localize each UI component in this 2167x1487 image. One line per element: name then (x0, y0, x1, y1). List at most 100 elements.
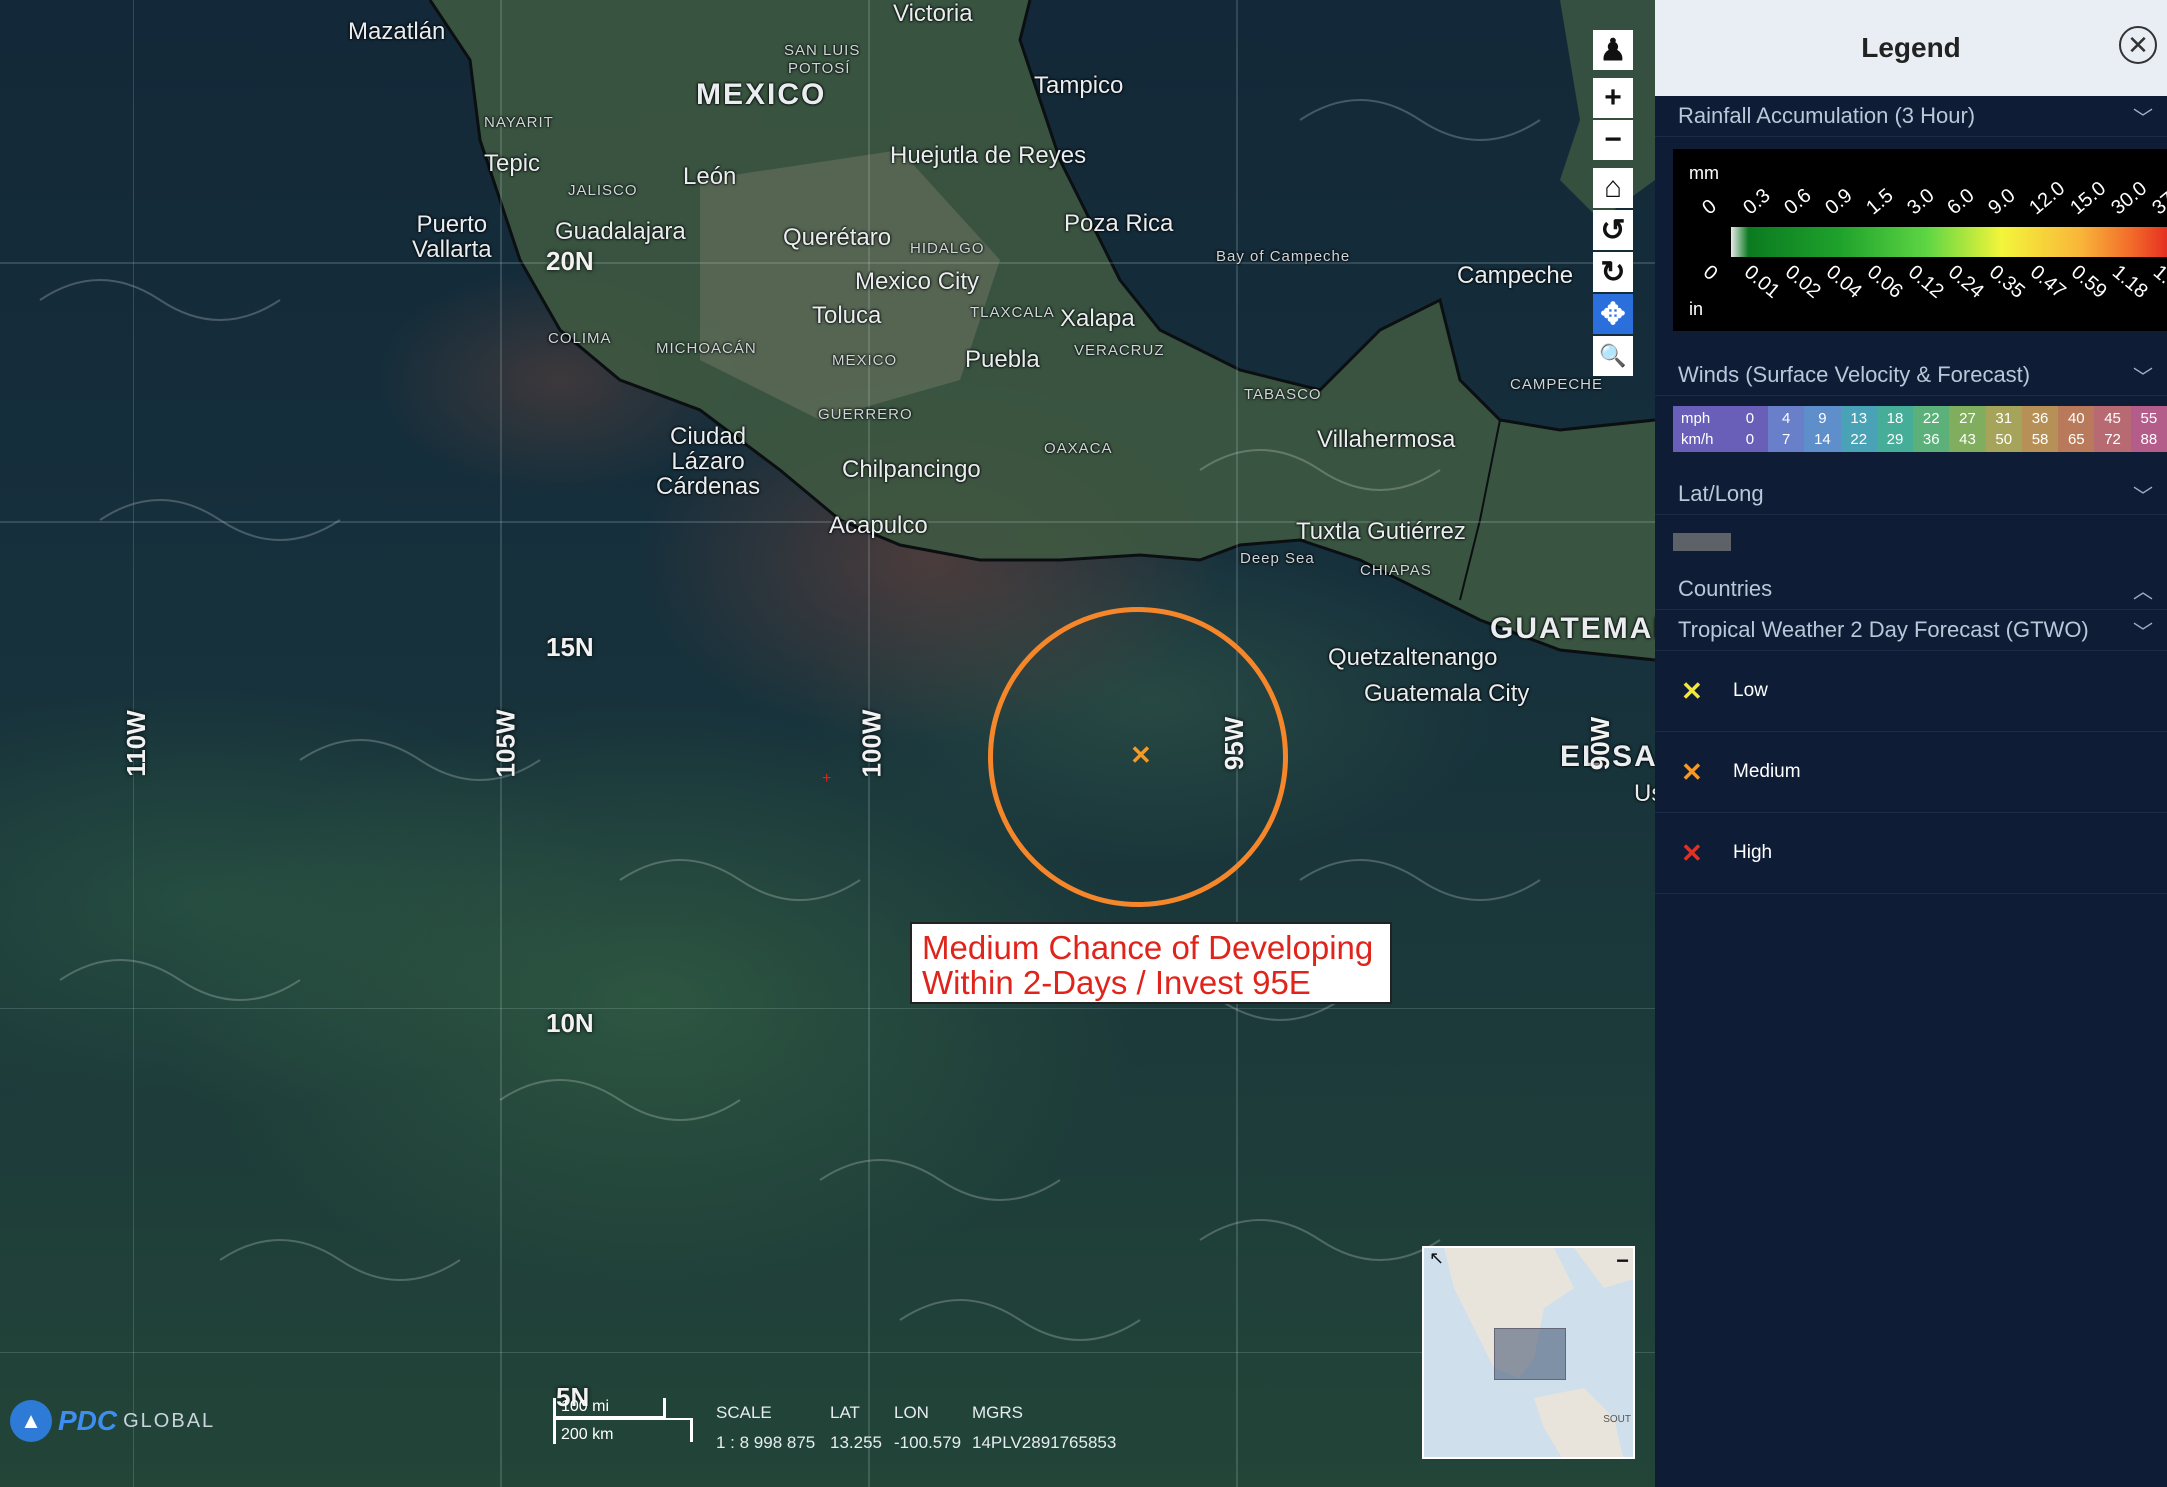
rain-in-tick: 0.02 (1780, 261, 1825, 303)
rotate-cw-button[interactable]: ↻ (1593, 252, 1633, 292)
region-label: HIDALGO (910, 240, 985, 257)
wind-mph-value: 45 (2104, 410, 2121, 427)
section-gtwo[interactable]: Tropical Weather 2 Day Forecast (GTWO) ﹀ (1655, 610, 2167, 651)
region-label: MEXICO (832, 352, 898, 369)
overview-minimap[interactable]: ↖ − SOUT (1422, 1246, 1635, 1459)
wind-kmh-value: 22 (1850, 431, 1868, 448)
zoom-box-button[interactable]: 🔍 (1593, 336, 1633, 376)
region-label: MICHOACÁN (656, 340, 757, 357)
close-icon[interactable]: ✕ (2119, 26, 2157, 64)
wind-scale-cell: 45 72 (2094, 406, 2131, 452)
region-label: CHIAPAS (1360, 562, 1432, 579)
map-canvas[interactable]: Mazatlán Victoria Tampico Huejutla de Reyes… (0, 0, 1655, 1487)
city-label: Tepic (484, 150, 541, 177)
rain-in-tick: 0.12 (1903, 261, 1948, 303)
city-label: Tuxtla Gutiérrez (1296, 518, 1466, 545)
section-countries-label: Countries (1678, 576, 1773, 601)
scale-label: SCALE (716, 1403, 772, 1422)
medium-chance-marker-icon[interactable]: ✕ (1130, 740, 1152, 771)
legend-header: Legend ✕ (1655, 0, 2167, 96)
wind-mph-value: 4 (1782, 410, 1791, 427)
minimap-viewport[interactable] (1494, 1328, 1566, 1380)
wind-kmh-value: 65 (2067, 431, 2085, 448)
city-label: Puebla (965, 346, 1040, 373)
section-winds[interactable]: Winds (Surface Velocity & Forecast) ﹀ (1655, 355, 2167, 396)
rain-mm-tick: 1.5 (1861, 184, 1898, 220)
gridline-5n (0, 1352, 1655, 1353)
street-view-button[interactable]: ♟ (1593, 30, 1633, 70)
wind-kmh-value: 36 (1922, 431, 1940, 448)
scale-value: 1 : 8 998 875 (716, 1433, 816, 1452)
city-label: Xalapa (1060, 305, 1135, 332)
city-label: Guadalajara (555, 218, 686, 245)
minus-icon: − (1604, 123, 1622, 156)
wind-mph-value: 55 (2140, 410, 2158, 427)
home-button[interactable]: ⌂ (1593, 168, 1633, 208)
wind-mph-value: 18 (1886, 410, 1904, 427)
zoom-in-button[interactable]: + (1593, 78, 1633, 118)
region-label: GUERRERO (818, 406, 913, 423)
wind-mph-value: 13 (1850, 410, 1868, 427)
lat-value: 13.255 (830, 1433, 882, 1452)
edge-label: Us (1634, 780, 1655, 807)
rain-in-tick: 0.47 (2026, 261, 2071, 303)
wind-kmh-value: 58 (2031, 431, 2049, 448)
chevron-down-icon: ﹀ (2133, 621, 2153, 644)
section-rainfall[interactable]: Rainfall Accumulation (3 Hour) ﹀ (1655, 96, 2167, 137)
rotate-left-icon: ↺ (1600, 213, 1626, 247)
region-label: JALISCO (568, 182, 638, 199)
wind-scale-cell: 18 29 (1876, 406, 1914, 452)
rain-in-tick: 0.04 (1821, 261, 1866, 303)
gridline-10n (0, 1008, 1655, 1009)
lat-readout: LAT 13.255 (830, 1398, 882, 1458)
region-label: OAXACA (1044, 440, 1113, 457)
magnifier-plus-icon: 🔍 (1599, 343, 1627, 368)
city-label: León (683, 163, 737, 190)
wind-mph-value: 9 (1818, 410, 1827, 427)
mgrs-value: 14PLV2891765853 (972, 1433, 1117, 1452)
city-label-line: Vallarta (412, 236, 492, 263)
wind-scale-cell: 40 65 (2058, 406, 2095, 452)
city-label: Ciudad Lázaro Cárdenas (656, 424, 760, 499)
wind-scale-cell: 31 50 (1985, 406, 2022, 452)
rain-mm-tick: 3.0 (1902, 184, 1939, 220)
pan-button[interactable]: ✥ (1593, 294, 1633, 334)
rain-mm-tick: 30.0 (2107, 177, 2152, 220)
rain-in-tick: 0.59 (2067, 261, 2111, 303)
wind-mph-value: 31 (1995, 410, 2013, 427)
zoom-out-button[interactable]: − (1593, 120, 1633, 160)
plus-icon: + (1604, 81, 1622, 114)
longitude-label: 110W (120, 710, 151, 777)
wind-mph-value: 0 (1745, 410, 1755, 427)
wind-kmh-value: 14 (1814, 431, 1831, 448)
rain-mm-tick: 15.0 (2066, 177, 2111, 220)
chevron-up-icon: ︿ (2133, 580, 2153, 603)
wind-scale-cell: 22 36 (1913, 406, 1950, 452)
section-countries[interactable]: Countries ︿ (1655, 569, 2167, 610)
rotate-ccw-button[interactable]: ↺ (1593, 210, 1633, 250)
gtwo-item-high: ✕ High (1655, 813, 2167, 894)
city-label: Acapulco (829, 512, 928, 539)
city-label: Quetzaltenango (1328, 644, 1498, 671)
latitude-label: 10N (546, 1008, 594, 1038)
gtwo-item-low: ✕ Low (1655, 651, 2167, 732)
minimap-collapse-icon[interactable]: − (1616, 1248, 1629, 1274)
wind-kmh-value: 72 (2104, 431, 2121, 448)
section-latlong[interactable]: Lat/Long ﹀ (1655, 474, 2167, 515)
gtwo-item-label: Low (1733, 680, 1768, 701)
wind-scale-cell: 9 14 (1804, 406, 1841, 452)
x-marker-icon: ✕ (1681, 675, 1703, 706)
rain-in-tick: 0.24 (1944, 261, 1989, 303)
longitude-label: 90W (1585, 716, 1616, 771)
wind-mph-value: 40 (2067, 410, 2085, 427)
logo-text: PDC (58, 1405, 118, 1436)
minimap-expand-icon[interactable]: ↖ (1429, 1248, 1444, 1269)
wind-scale-cell: 36 58 (2021, 406, 2059, 452)
wind-kmh-value: 43 (1959, 431, 1976, 448)
rain-in-tick: 0.06 (1862, 261, 1907, 303)
city-label: Mexico City (855, 268, 980, 295)
wind-scale-cell: 55 88 (2130, 406, 2167, 452)
legend-panel: Legend ✕ Rainfall Accumulation (3 Hour) … (1655, 0, 2167, 1487)
rain-in-tick: 1.48 (2148, 261, 2167, 303)
wind-scale-cell: 47 (1768, 406, 1805, 452)
